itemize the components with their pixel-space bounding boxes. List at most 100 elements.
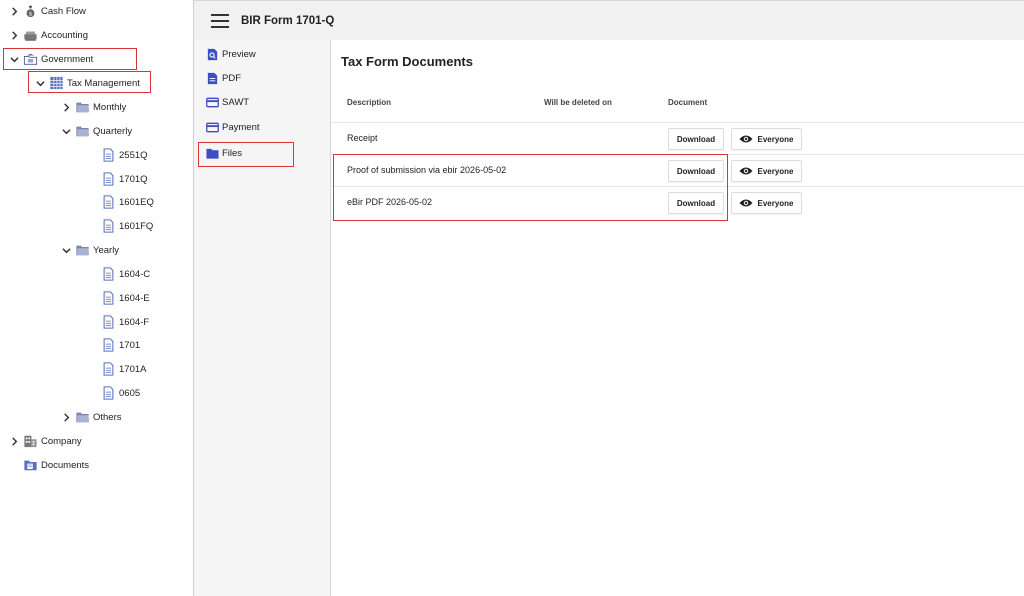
visibility-button[interactable]: Everyone <box>731 160 802 182</box>
tree-label: Accounting <box>41 29 89 41</box>
eye-icon <box>739 134 753 144</box>
nav-item-pdf[interactable]: PDF <box>206 69 241 87</box>
tree-item-1604-c[interactable]: 1604-C <box>101 264 150 284</box>
chevron-right-icon[interactable] <box>60 101 72 113</box>
preview-icon <box>206 48 219 61</box>
tree-item-1701a[interactable]: 1701A <box>101 359 146 379</box>
tree-label: 1601FQ <box>119 220 154 232</box>
pdf-icon <box>206 72 219 85</box>
panel-title: Tax Form Documents <box>341 54 473 69</box>
tree-label: 1604-E <box>119 292 150 304</box>
tree-item-2551q[interactable]: 2551Q <box>101 145 148 165</box>
chevron-down-icon[interactable] <box>60 125 72 137</box>
eye-icon <box>739 198 753 208</box>
tree-label: Monthly <box>93 101 127 113</box>
tree-item-others[interactable]: Others <box>60 407 122 427</box>
tree-label: 0605 <box>119 387 141 399</box>
tree-item-1601fq[interactable]: 1601FQ <box>101 216 153 236</box>
building-icon <box>23 434 38 448</box>
chevron-right-icon[interactable] <box>8 29 20 41</box>
chevron-right-icon[interactable] <box>8 5 20 17</box>
document-icon <box>101 386 116 400</box>
tree-item-quarterly[interactable]: Quarterly <box>60 121 132 141</box>
tree-item-0605[interactable]: 0605 <box>101 383 140 403</box>
tree-label: Documents <box>41 459 90 471</box>
document-icon <box>101 338 116 352</box>
documents-folder-icon <box>23 458 38 472</box>
folder-icon <box>75 243 90 257</box>
folder-icon <box>75 100 90 114</box>
tree-item-1604-f[interactable]: 1604-F <box>101 312 149 332</box>
nav-label: SAWT <box>222 96 250 108</box>
tree-item-1604-e[interactable]: 1604-E <box>101 288 150 308</box>
chevron-down-icon[interactable] <box>60 244 72 256</box>
card-icon <box>206 96 219 109</box>
column-header-description: Description <box>347 98 392 107</box>
tree-item-monthly[interactable]: Monthly <box>60 97 126 117</box>
documents-panel: Tax Form Documents Description Will be d… <box>331 40 1024 596</box>
document-icon <box>101 362 116 376</box>
download-button[interactable]: Download <box>668 128 724 150</box>
tree-item-documents[interactable]: Documents <box>23 455 89 475</box>
government-folder-icon <box>23 52 38 66</box>
highlight-ebir-rows <box>333 154 728 221</box>
money-bag-icon: $ <box>23 4 38 18</box>
form-title: BIR Form 1701-Q <box>241 14 335 27</box>
chevron-down-icon[interactable] <box>34 77 46 89</box>
document-icon <box>101 315 116 329</box>
main-content: Tax Form Documents Description Will be d… <box>331 40 1024 596</box>
tree-item-accounting[interactable]: Accounting <box>8 25 88 45</box>
document-icon <box>101 291 116 305</box>
form-header: BIR Form 1701-Q <box>194 0 1024 40</box>
tree-item-cash-flow[interactable]: $ Cash Flow <box>8 1 86 21</box>
visibility-button[interactable]: Everyone <box>731 128 802 150</box>
column-header-document: Document <box>668 98 708 107</box>
tree-item-yearly[interactable]: Yearly <box>60 240 119 260</box>
tree-label: Cash Flow <box>41 5 86 17</box>
visibility-label: Everyone <box>757 134 794 144</box>
document-icon <box>101 172 116 186</box>
tree-label: Quarterly <box>93 125 133 137</box>
visibility-label: Everyone <box>757 198 794 208</box>
tree-item-tax-management[interactable]: Tax Management <box>34 73 140 93</box>
chevron-right-icon[interactable] <box>8 435 20 447</box>
nav-label: Payment <box>222 121 260 133</box>
tree-label: 1604-F <box>119 316 150 328</box>
credit-card-icon <box>206 121 219 134</box>
folder-icon <box>75 124 90 138</box>
tree-label: Yearly <box>93 244 120 256</box>
navigation-tree: $ Cash Flow Accounting Government Tax Ma… <box>0 0 194 596</box>
document-icon <box>101 148 116 162</box>
tree-label: Tax Management <box>67 77 140 89</box>
tree-item-company[interactable]: Company <box>8 431 82 451</box>
tree-label: 1601EQ <box>119 196 154 208</box>
cash-register-icon <box>23 28 38 42</box>
visibility-button[interactable]: Everyone <box>731 192 802 214</box>
calendar-grid-icon <box>49 76 64 90</box>
column-header-deleted-on: Will be deleted on <box>544 98 612 107</box>
chevron-down-icon[interactable] <box>8 53 20 65</box>
eye-icon <box>739 166 753 176</box>
nav-label: PDF <box>222 72 241 84</box>
svg-text:$: $ <box>29 11 32 17</box>
form-navigation: Preview PDF SAWT Payment Files <box>194 40 331 596</box>
table-row: Receipt Download Everyone <box>331 122 1024 154</box>
tree-item-government[interactable]: Government <box>8 49 93 69</box>
tree-label: 1701 <box>119 339 141 351</box>
nav-item-files[interactable]: Files <box>206 144 242 162</box>
nav-item-payment[interactable]: Payment <box>206 118 260 136</box>
nav-item-sawt[interactable]: SAWT <box>206 93 249 111</box>
tree-item-1701[interactable]: 1701 <box>101 335 140 355</box>
tree-item-1701q[interactable]: 1701Q <box>101 169 148 189</box>
tree-label: Others <box>93 411 122 423</box>
hamburger-menu-icon[interactable] <box>211 13 229 28</box>
tree-item-1601eq[interactable]: 1601EQ <box>101 192 154 212</box>
chevron-right-icon[interactable] <box>60 411 72 423</box>
tree-label: 1701A <box>119 363 147 375</box>
nav-item-preview[interactable]: Preview <box>206 45 256 63</box>
tree-label: 2551Q <box>119 149 148 161</box>
document-icon <box>101 195 116 209</box>
folder-icon <box>206 147 219 160</box>
tree-label: 1701Q <box>119 173 148 185</box>
tree-label: Government <box>41 53 94 65</box>
